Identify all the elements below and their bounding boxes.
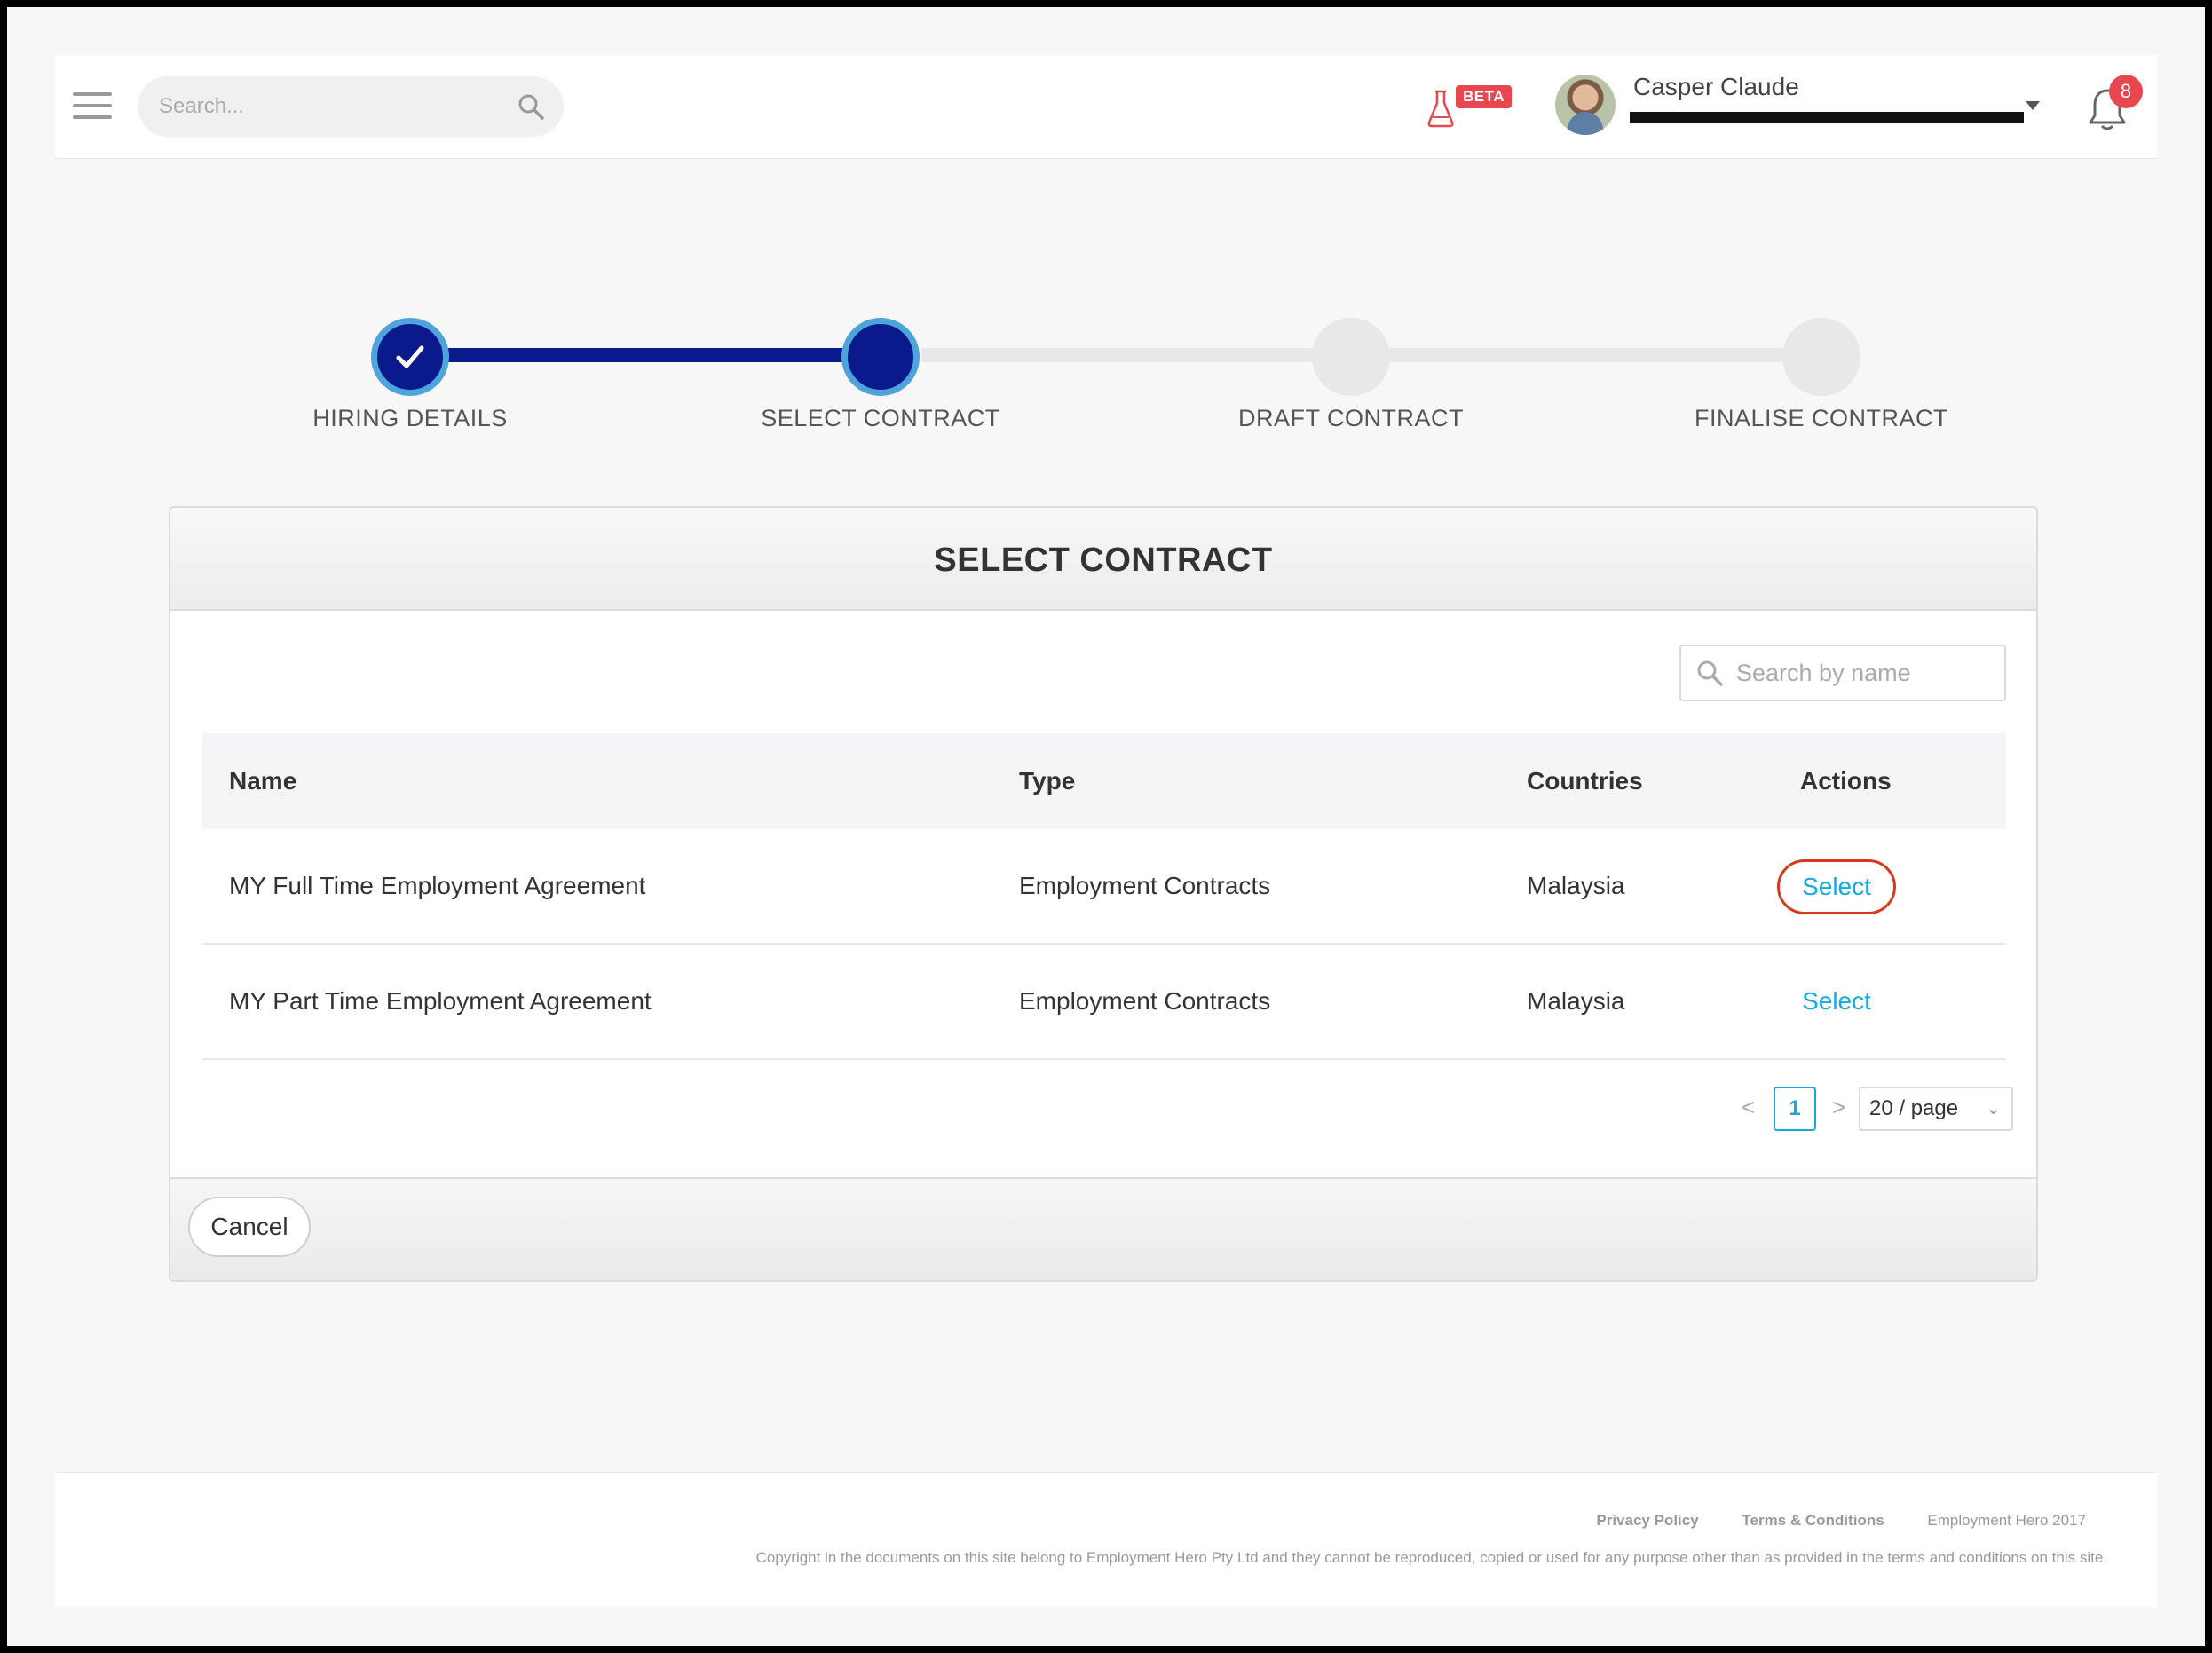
page-size-select[interactable]: 20 / page ⌄	[1859, 1087, 2013, 1131]
page-number-current[interactable]: 1	[1774, 1087, 1816, 1131]
table-row: MY Part Time Employment Agreement Employ…	[202, 945, 2006, 1060]
footer-copyright: Copyright in the documents on this site …	[755, 1549, 2107, 1566]
notification-count-badge: 8	[2109, 75, 2143, 108]
contract-type: Employment Contracts	[1019, 872, 1271, 899]
user-name: Casper Claude	[1633, 73, 1799, 100]
terms-link[interactable]: Terms & Conditions	[1742, 1512, 1884, 1529]
select-contract-button[interactable]: Select	[1777, 859, 1896, 914]
redacted-company-name	[1630, 112, 2024, 123]
chevron-down-icon[interactable]	[2026, 101, 2040, 110]
notifications-button[interactable]: 8	[2084, 75, 2143, 140]
beta-features-button[interactable]: BETA	[1426, 82, 1523, 131]
column-header-name[interactable]: Name	[229, 767, 296, 795]
contract-name: MY Full Time Employment Agreement	[229, 872, 646, 899]
app-window: BETA Casper Claude 8 HIRING DETAIL	[7, 7, 2205, 1646]
select-contract-card: SELECT CONTRACT Name Type Countries Acti…	[169, 506, 2038, 1282]
contract-type: Employment Contracts	[1019, 987, 1271, 1015]
contract-countries: Malaysia	[1527, 872, 1625, 899]
step-select-contract	[841, 318, 920, 396]
next-page-button[interactable]: >	[1832, 1094, 1845, 1121]
step-label-select-contract: SELECT CONTRACT	[761, 405, 1000, 431]
footer-links: Privacy Policy Terms & Conditions Employ…	[1557, 1512, 2086, 1530]
step-hiring-details	[371, 318, 449, 396]
global-search-input[interactable]	[138, 76, 564, 137]
avatar	[1555, 75, 1616, 135]
contracts-table: Name Type Countries Actions MY Full Time…	[202, 733, 2006, 1060]
chevron-down-icon: ⌄	[1986, 1099, 2001, 1119]
contract-countries: Malaysia	[1527, 987, 1625, 1015]
column-header-countries[interactable]: Countries	[1527, 767, 1643, 795]
user-menu[interactable]: Casper Claude	[1555, 71, 2052, 144]
footer-brand: Employment Hero 2017	[1927, 1512, 2086, 1529]
select-contract-button[interactable]: Select	[1777, 975, 1896, 1030]
contract-name: MY Part Time Employment Agreement	[229, 987, 652, 1015]
step-finalise-contract	[1782, 318, 1860, 396]
check-icon	[396, 345, 424, 368]
cancel-button[interactable]: Cancel	[188, 1197, 311, 1257]
previous-page-button[interactable]: <	[1742, 1094, 1755, 1121]
table-row: MY Full Time Employment Agreement Employ…	[202, 829, 2006, 945]
table-header: Name Type Countries Actions	[202, 733, 2006, 829]
step-label-finalise-contract: FINALISE CONTRACT	[1694, 405, 1949, 431]
step-draft-contract	[1312, 318, 1390, 396]
flask-icon	[1427, 90, 1454, 128]
page-size-value: 20 / page	[1869, 1096, 1959, 1120]
column-header-type[interactable]: Type	[1019, 767, 1075, 795]
step-label-hiring-details: HIRING DETAILS	[312, 405, 508, 431]
column-header-actions: Actions	[1800, 767, 1892, 795]
card-footer: Cancel	[170, 1177, 2036, 1280]
top-bar: BETA Casper Claude 8	[55, 55, 2157, 159]
card-header: SELECT CONTRACT	[170, 508, 2036, 611]
search-icon	[1697, 660, 1723, 686]
step-connector-completed	[442, 348, 886, 362]
card-title: SELECT CONTRACT	[934, 542, 1273, 579]
beta-badge: BETA	[1456, 85, 1513, 108]
search-icon[interactable]	[517, 92, 545, 121]
page-footer: Privacy Policy Terms & Conditions Employ…	[55, 1472, 2157, 1607]
hamburger-icon[interactable]	[73, 92, 112, 121]
privacy-policy-link[interactable]: Privacy Policy	[1596, 1512, 1698, 1529]
search-by-name-input[interactable]	[1679, 645, 2006, 701]
step-label-draft-contract: DRAFT CONTRACT	[1238, 405, 1464, 431]
